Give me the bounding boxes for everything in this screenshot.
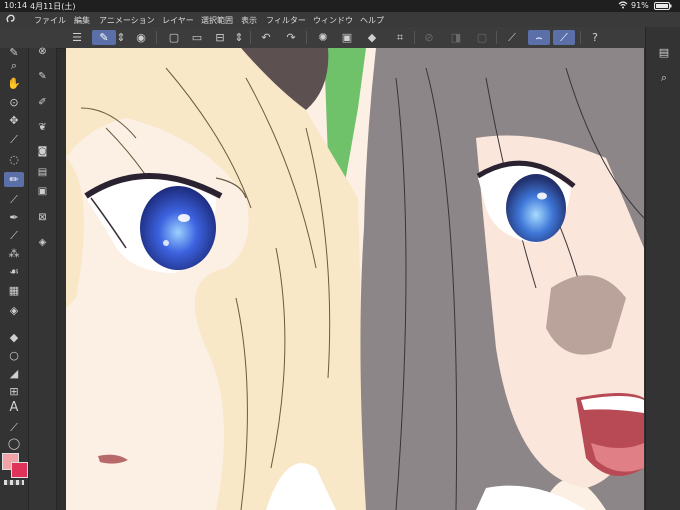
command-bar: ☰ ✎ ⇕ ◉ ▢ ▭ ⊟ ⇕ ↶ ↷ ✺ ▣ ◆ ⌗ ⊘ ◨ ▢ ⟋ ⌢ ⟋ … [0,27,680,49]
navigator-icon[interactable]: ⊠ [33,210,52,225]
decoration-icon[interactable]: ⁂ [4,246,24,261]
eraser-icon[interactable]: ◈ [4,303,24,318]
battery-percent: 91% [631,1,649,10]
tool-palette: ✎ ⌕ ✋ ⊙ ✥ ⟋ ◌ ✏ ⟋ ✒ ⟋ ⁂ ☙ ▦ ◈ ◆ ○ ◢ ⊞ A … [0,46,29,510]
eye-icon[interactable]: ◉ [132,30,150,45]
fill-bucket-icon[interactable]: ◆ [363,30,381,45]
hand-icon[interactable]: ✋ [4,76,24,91]
eyedropper-icon[interactable]: ⊙ [4,95,24,110]
layer-panel-icon[interactable]: ◈ [33,235,52,250]
menu-filter[interactable]: フィルター [266,15,306,26]
invert-selection-icon[interactable]: ◨ [447,30,465,45]
sub-tool-palette: ⊗ ✎ ✐ ❦ ◙ ▤ ▣ ⊠ ◈ [29,46,57,510]
drawing-canvas[interactable] [66,48,644,510]
snap-ruler-icon[interactable]: ⌢ [528,30,550,45]
help-icon[interactable]: ? [586,30,604,45]
gradient-icon[interactable]: ▦ [4,283,24,298]
zoom-icon[interactable]: ⌕ [4,58,24,73]
fountain-pen-icon[interactable]: ✒ [4,210,24,225]
marker-icon[interactable]: ⟋ [4,192,24,207]
status-date: 4月11日(土) [30,2,76,11]
ruler-icon[interactable]: ⟋ [503,30,521,45]
pen-icon[interactable]: ⟋ [4,132,24,147]
shape-icon[interactable]: ○ [4,348,24,363]
right-dock: ▤ ⌕ [645,27,680,510]
wifi-icon [618,0,628,12]
menu-view[interactable]: 表示 [241,15,257,26]
brush-size-panel-icon[interactable]: ▤ [33,165,52,180]
deselect-icon[interactable]: ⊘ [420,30,438,45]
brush-icon[interactable]: ⟋ [4,228,24,243]
search-icon[interactable]: ⌕ [655,70,673,85]
menu-bar: ファイル 編集 アニメーション レイヤー 選択範囲 表示 フィルター ウィンドウ… [0,12,680,27]
hamburger-menu-icon[interactable]: ☰ [68,30,86,45]
layer-list-icon[interactable]: ▤ [655,45,673,60]
blend-icon[interactable]: ☙ [4,264,24,279]
battery-icon [654,2,672,12]
sub-color-swatch[interactable] [11,462,28,478]
artwork-illustration [66,48,644,510]
menu-help[interactable]: ヘルプ [360,15,384,26]
lasso-icon[interactable]: ◌ [4,152,24,167]
menu-file[interactable]: ファイル [34,15,66,26]
new-file-icon[interactable]: ▢ [165,30,183,45]
chevron-updown-icon[interactable]: ⇕ [116,30,126,45]
color-panel-icon[interactable]: ▣ [33,184,52,199]
snap-special-ruler-icon[interactable]: ⟋ [553,30,575,45]
sub-tool-close-icon[interactable]: ⊗ [33,44,52,59]
selection-spinner-icon[interactable]: ✺ [314,30,332,45]
chevron-updown-icon-2[interactable]: ⇕ [234,30,244,45]
pen-tool-icon[interactable]: ✎ [92,30,116,45]
correct-line-icon[interactable]: ⟋ [4,420,24,435]
sub-tool-pen-icon[interactable]: ✎ [33,69,52,84]
save-icon[interactable]: ⊟ [211,30,229,45]
status-time: 10:14 [4,1,28,10]
transparent-color-icon[interactable] [4,480,24,485]
menu-animation[interactable]: アニメーション [99,15,155,26]
panel-icon[interactable]: ⊞ [4,384,24,399]
menu-layer[interactable]: レイヤー [162,15,194,26]
menu-edit[interactable]: 編集 [74,15,90,26]
frame-icon[interactable]: ◢ [4,366,24,381]
pencil-icon[interactable]: ✏ [4,172,24,187]
menu-window[interactable]: ウィンドウ [313,15,353,26]
clip-studio-logo-icon[interactable] [5,13,17,27]
sub-tool-brush-icon[interactable]: ❦ [33,120,52,135]
crop-icon[interactable]: ⌗ [391,30,409,45]
sub-tool-pencil-icon[interactable]: ✐ [33,95,52,110]
move-icon[interactable]: ✥ [4,113,24,128]
tool-property-icon[interactable]: ◙ [33,144,52,159]
fill-icon[interactable]: ◆ [4,330,24,345]
menu-selection[interactable]: 選択範囲 [201,15,233,26]
ios-status-bar: 10:14 4月11日(土) 91% [0,0,680,12]
clear-icon[interactable]: ▣ [338,30,356,45]
open-folder-icon[interactable]: ▭ [188,30,206,45]
undo-icon[interactable]: ↶ [257,30,275,45]
redo-icon[interactable]: ↷ [282,30,300,45]
balloon-icon[interactable]: ◯ [4,436,24,451]
selection-border-icon[interactable]: ▢ [473,30,491,45]
text-icon[interactable]: A [4,400,24,415]
